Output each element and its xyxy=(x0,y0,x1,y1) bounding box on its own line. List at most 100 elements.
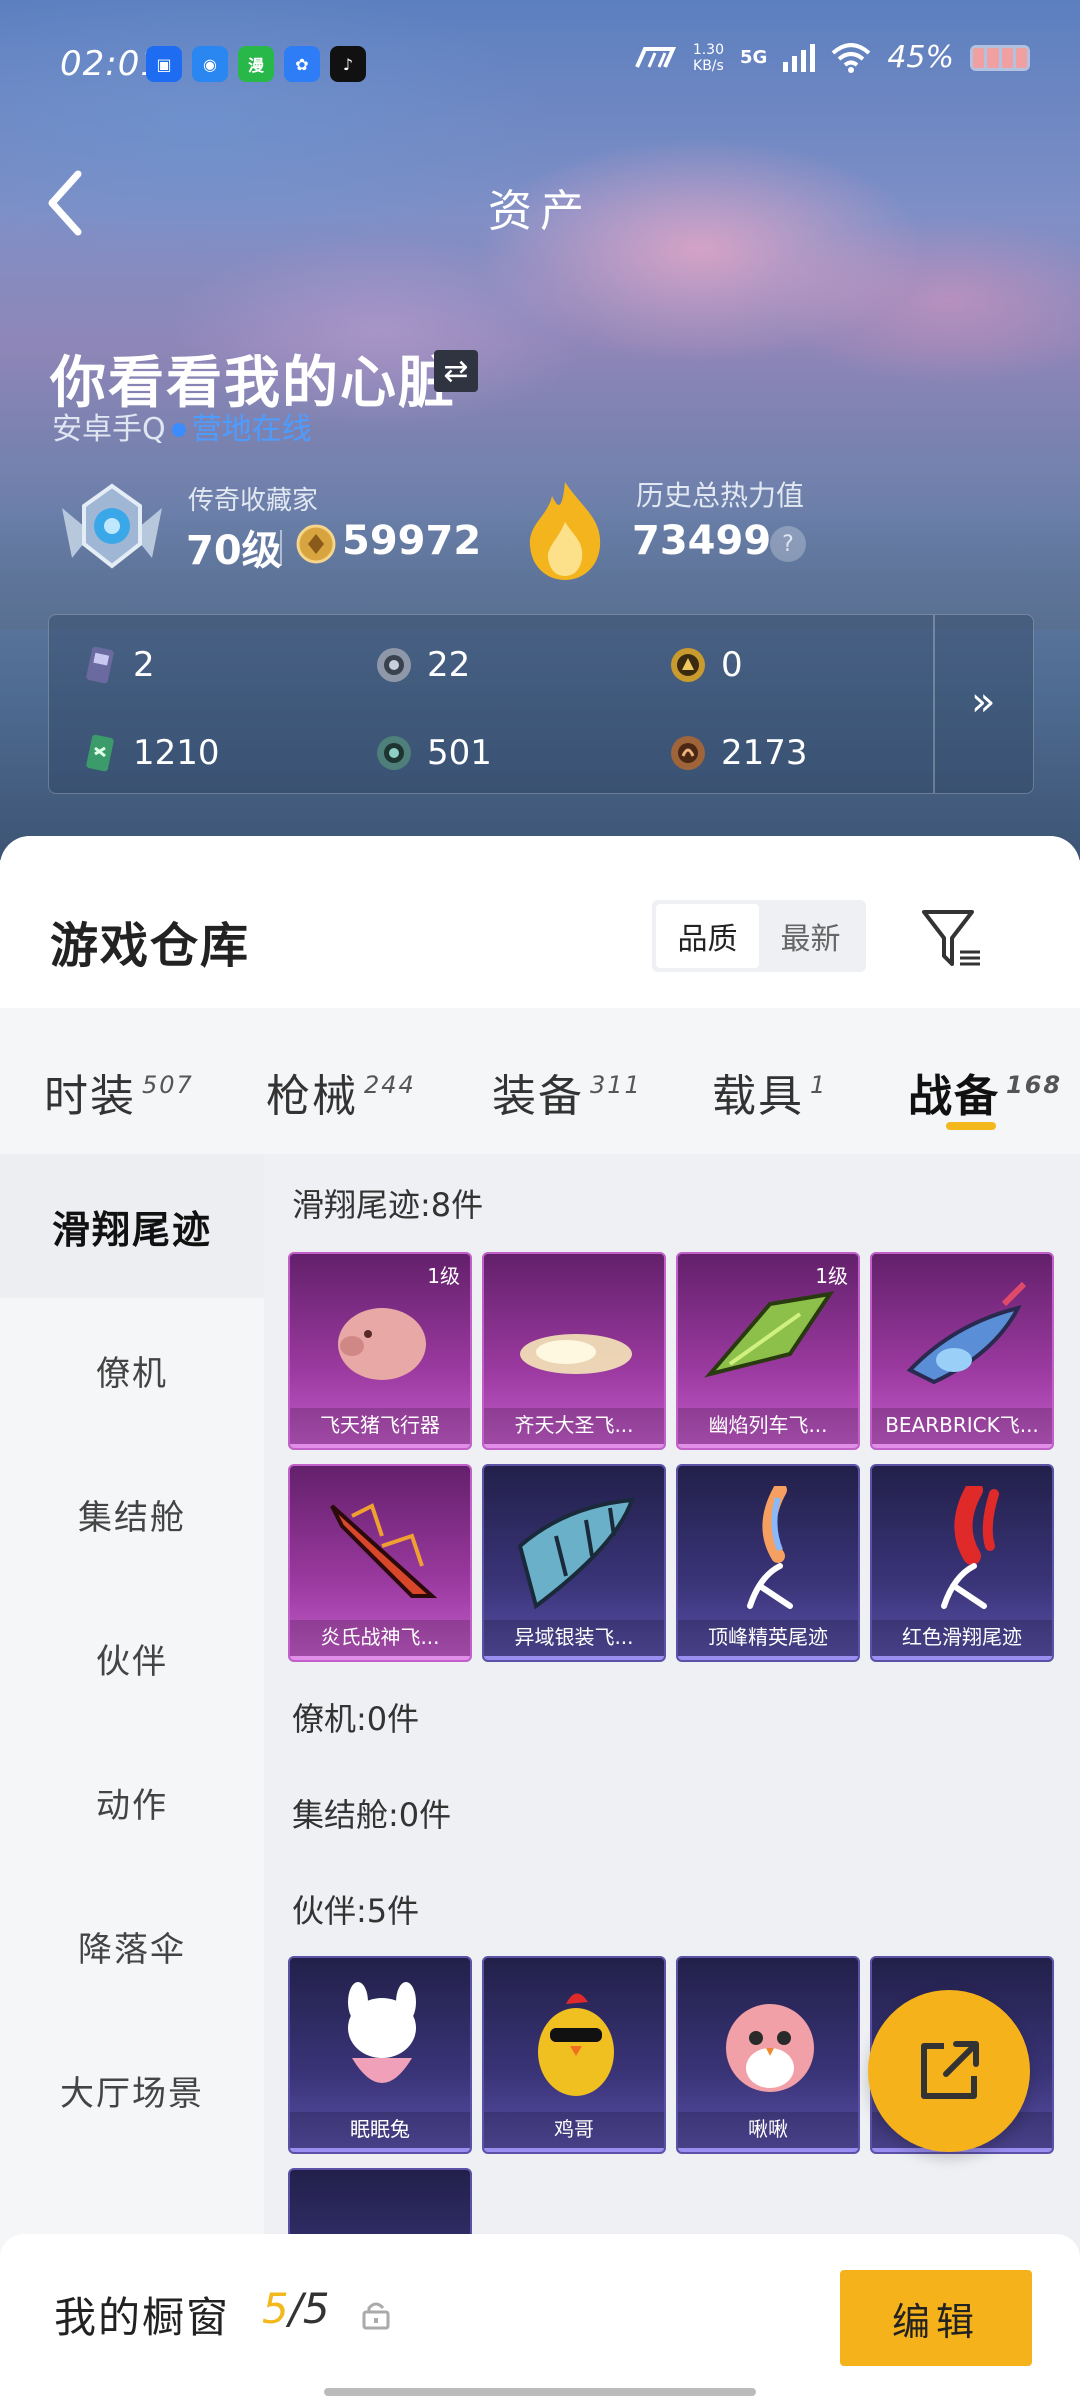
item-card[interactable]: 红色滑翔尾迹 xyxy=(870,1464,1054,1662)
player-level: 70级 xyxy=(186,528,282,574)
system-indicators: 1.30 KB/s 5G 45% xyxy=(633,40,1030,75)
currency-item: 2173 xyxy=(669,733,808,773)
item-card[interactable]: 顶峰精英尾迹 xyxy=(676,1464,860,1662)
tab-vehicles[interactable]: 载具 1 xyxy=(712,1060,827,1124)
online-status: 营地在线 xyxy=(191,412,312,447)
status-bar: 02:01 ▣ ◉ 漫 ✿ ♪ 1.30 KB/s 5G 45% xyxy=(60,40,1030,90)
battery-percent: 45% xyxy=(887,40,954,75)
showcase-count: 5/5 xyxy=(262,2284,330,2333)
active-tab-indicator xyxy=(946,1122,996,1130)
side-item-pod[interactable]: 集结舱 xyxy=(0,1442,264,1586)
sort-latest-button[interactable]: 最新 xyxy=(759,904,862,968)
tab-weapons[interactable]: 枪械 244 xyxy=(266,1060,416,1124)
currency-item: 0 xyxy=(669,645,743,685)
app-green-icon: 漫 xyxy=(238,46,274,82)
silver-coin-icon xyxy=(377,648,411,682)
red-trail-icon xyxy=(941,1486,999,1609)
bearbrick-jet-icon xyxy=(906,1281,1027,1385)
currency-item: 501 xyxy=(375,733,492,773)
side-nav: 滑翔尾迹 僚机 集结舱 伙伴 动作 降落伞 大厅场景 xyxy=(0,1154,264,2400)
item-card[interactable]: 异域银装飞... xyxy=(482,1464,666,1662)
side-item-parachute[interactable]: 降落伞 xyxy=(0,1874,264,2018)
card-ticket-icon xyxy=(86,646,114,684)
cloud-trail-icon xyxy=(520,1334,632,1374)
section-title-wingman: 僚机:0件 xyxy=(292,1700,420,1738)
filter-icon[interactable] xyxy=(920,906,984,970)
home-indicator[interactable] xyxy=(324,2388,756,2396)
side-item-wingman[interactable]: 僚机 xyxy=(0,1298,264,1442)
app-blue-icon: ▣ xyxy=(146,46,182,82)
item-card[interactable]: 啾啾 xyxy=(676,1956,860,2154)
platform-label: 安卓手Q xyxy=(52,412,166,447)
warehouse-sheet: 游戏仓库 品质 最新 时装 507 枪械 244 装备 311 载具 1 战备 168 滑… xyxy=(0,836,1080,2400)
item-card[interactable]: 鸡哥 xyxy=(482,1956,666,2154)
rank-title: 传奇收藏家 xyxy=(188,486,319,516)
currency-item: 2 xyxy=(81,645,155,685)
category-tabs: 时装 507 枪械 244 装备 311 载具 1 战备 168 xyxy=(0,1008,1080,1154)
currency-item: 22 xyxy=(375,645,470,685)
help-icon[interactable]: ? xyxy=(770,526,806,562)
hd-icon xyxy=(635,46,676,68)
gold-coin-icon xyxy=(671,648,705,682)
currency-panel: 2 22 0 1210 501 2173 » xyxy=(48,614,1034,794)
music-icon: ♪ xyxy=(330,46,366,82)
warehouse-header: 游戏仓库 品质 最新 xyxy=(0,836,1080,1008)
item-card[interactable]: 1级 幽焰列车飞... xyxy=(676,1252,860,1450)
item-card[interactable]: 眠眠兔 xyxy=(288,1956,472,2154)
lock-icon[interactable] xyxy=(362,2300,390,2330)
sort-toggle: 品质 最新 xyxy=(652,900,866,972)
item-card[interactable]: 炎氏战神飞... xyxy=(288,1464,472,1662)
hero-banner: 02:01 ▣ ◉ 漫 ✿ ♪ 1.30 KB/s 5G 45% 资产 你看看我的… xyxy=(0,0,1080,860)
silver-wings-icon xyxy=(517,1497,635,1610)
tab-combat-gear[interactable]: 战备 168 xyxy=(908,1060,1062,1124)
online-dot xyxy=(171,423,186,437)
section-title-partner: 伙伴:5件 xyxy=(292,1892,420,1930)
wifi-icon xyxy=(831,42,871,73)
edit-button[interactable]: 编辑 xyxy=(840,2270,1032,2366)
side-item-partner[interactable]: 伙伴 xyxy=(0,1586,264,1730)
sort-quality-button[interactable]: 品质 xyxy=(656,904,759,968)
tab-equipment[interactable]: 装备 311 xyxy=(492,1060,642,1124)
switch-account-icon[interactable]: ⇄ xyxy=(434,350,478,392)
showcase-label: 我的橱窗 xyxy=(54,2293,231,2342)
section-title-trails: 滑翔尾迹:8件 xyxy=(292,1186,484,1224)
currency-item: 1210 xyxy=(81,733,220,773)
app-blue-outline-icon: ◉ xyxy=(192,46,228,82)
baidu-icon: ✿ xyxy=(284,46,320,82)
side-item-lobby[interactable]: 大厅场景 xyxy=(0,2018,264,2162)
item-card[interactable]: BEARBRICK飞... xyxy=(870,1252,1054,1450)
side-item-emote[interactable]: 动作 xyxy=(0,1730,264,1874)
collection-coin-icon xyxy=(296,524,336,564)
item-card[interactable]: 齐天大圣飞... xyxy=(482,1252,666,1450)
tab-fashion[interactable]: 时装 507 xyxy=(44,1060,194,1124)
sleepy-bunny-icon xyxy=(348,1982,416,2083)
side-item-glide-trail[interactable]: 滑翔尾迹 xyxy=(0,1154,264,1298)
share-button[interactable] xyxy=(868,1990,1030,2152)
net-speed: 1.30 KB/s xyxy=(692,41,724,74)
showcase-bar: 我的橱窗 5/5 编辑 xyxy=(0,2234,1080,2400)
flame-wings-icon xyxy=(330,1503,438,1598)
warehouse-title: 游戏仓库 xyxy=(50,918,251,974)
elite-trail-icon xyxy=(747,1486,793,1609)
flame-icon xyxy=(529,482,601,580)
green-ticket-icon xyxy=(86,734,114,772)
divider xyxy=(280,530,282,566)
bronze-coin-icon xyxy=(671,736,705,770)
account-platform-line: 安卓手Q 营地在线 xyxy=(52,404,312,448)
battery-icon xyxy=(970,44,1030,71)
notification-icons: ▣ ◉ 漫 ✿ ♪ xyxy=(146,46,366,82)
teal-coin-icon xyxy=(377,736,411,770)
rank-badge-icon xyxy=(62,483,162,569)
more-currency-icon[interactable]: » xyxy=(971,679,995,725)
share-icon xyxy=(921,2041,979,2099)
divider xyxy=(933,615,935,793)
page-title: 资产 xyxy=(488,186,592,237)
signal-5g-icon: 5G xyxy=(740,47,768,68)
item-card[interactable]: 1级 飞天猪飞行器 xyxy=(288,1252,472,1450)
heat-value: 73499 xyxy=(632,518,772,564)
heat-label: 历史总热力值 xyxy=(636,479,805,512)
flying-pig-icon xyxy=(338,1308,426,1380)
ghost-train-icon xyxy=(704,1291,835,1378)
signal-bars-icon xyxy=(783,43,816,72)
chicken-icon xyxy=(538,1993,614,2096)
